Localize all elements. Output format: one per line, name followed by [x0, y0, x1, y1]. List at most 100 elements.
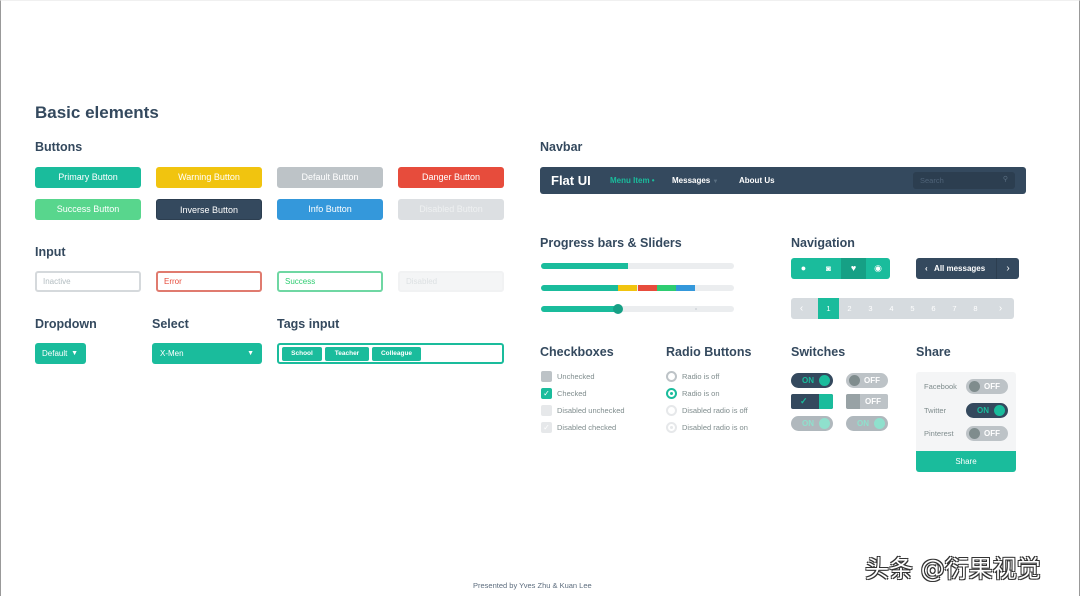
switch-knob: [819, 375, 830, 386]
progress-fill: [541, 263, 628, 269]
navbar-search[interactable]: Search ⚲: [913, 172, 1015, 189]
switch-label: ON: [857, 419, 869, 428]
switch-label: OFF: [864, 376, 880, 385]
default-button[interactable]: Default Button: [277, 167, 383, 188]
radio-circle[interactable]: [666, 371, 677, 382]
error-input[interactable]: Error: [156, 271, 262, 292]
checkbox-label: Unchecked: [557, 372, 595, 381]
switch-knob: [874, 418, 885, 429]
progress-bar-stacked: [541, 285, 734, 291]
pagination: ‹ 1 2 3 4 5 6 7 8 ›: [791, 298, 1014, 319]
radio-label: Disabled radio is on: [682, 423, 748, 432]
success-button[interactable]: Success Button: [35, 199, 141, 220]
nav-item-messages[interactable]: Messages ▼: [672, 176, 718, 185]
radio-circle[interactable]: [666, 388, 677, 399]
switch-square-on[interactable]: ✓: [791, 394, 833, 409]
nav-item-menu[interactable]: Menu Item •: [610, 176, 655, 185]
progress-segment: [541, 285, 619, 291]
success-input[interactable]: Success: [277, 271, 383, 292]
page-1[interactable]: 1: [818, 298, 839, 319]
switch-square-off[interactable]: OFF: [846, 394, 888, 409]
heart-icon[interactable]: ♥: [841, 258, 866, 279]
progress-heading: Progress bars & Sliders: [540, 236, 682, 250]
progress-segment: [637, 285, 657, 291]
share-label-facebook: Facebook: [924, 382, 957, 391]
pager-prev[interactable]: ‹ All messages: [916, 258, 996, 279]
search-icon[interactable]: ⚲: [1003, 175, 1008, 183]
pagination-prev[interactable]: ‹: [791, 298, 812, 319]
tags-input[interactable]: School Teacher Colleague: [277, 343, 504, 364]
camera-icon[interactable]: ◙: [816, 258, 841, 279]
danger-button[interactable]: Danger Button: [398, 167, 504, 188]
slider[interactable]: [541, 304, 734, 314]
navigation-heading: Navigation: [791, 236, 855, 250]
nav-item-about[interactable]: About Us: [739, 176, 775, 185]
search-input[interactable]: Search: [920, 176, 944, 185]
share-label-twitter: Twitter: [924, 406, 947, 415]
icon-button-group: ● ◙ ♥ ◉: [791, 258, 890, 279]
progress-segment: [676, 285, 696, 291]
radio-circle: [666, 405, 677, 416]
slider-handle[interactable]: [613, 304, 624, 314]
page-7[interactable]: 7: [944, 298, 965, 319]
clock-icon[interactable]: ●: [791, 258, 816, 279]
switch-label: OFF: [984, 382, 1000, 391]
check-icon: ✓: [800, 396, 808, 406]
navbar-heading: Navbar: [540, 140, 583, 154]
switch-pinterest[interactable]: OFF: [966, 426, 1008, 441]
inverse-button[interactable]: Inverse Button: [156, 199, 262, 220]
switch-knob: [969, 381, 980, 392]
switch-knob: [994, 405, 1005, 416]
radio-label: Radio is off: [682, 372, 720, 381]
dropdown-button[interactable]: Default ▼: [35, 343, 86, 364]
check-icon[interactable]: ✓: [541, 388, 552, 399]
tag-teacher[interactable]: Teacher: [325, 347, 369, 361]
switch-off[interactable]: OFF: [846, 373, 888, 388]
switch-label: ON: [977, 406, 989, 415]
switch-label: OFF: [865, 397, 881, 406]
radio-label: Radio is on: [682, 389, 720, 398]
checkbox-label: Disabled unchecked: [557, 406, 625, 415]
checkbox-box[interactable]: [541, 371, 552, 382]
progress-segment: [618, 285, 638, 291]
progress-segment: [656, 285, 677, 291]
page-3[interactable]: 3: [860, 298, 881, 319]
inactive-input[interactable]: Inactive: [35, 271, 141, 292]
page-8[interactable]: 8: [965, 298, 986, 319]
page-6[interactable]: 6: [923, 298, 944, 319]
pagination-next[interactable]: ›: [990, 298, 1011, 319]
tags-input-heading: Tags input: [277, 317, 340, 331]
share-button[interactable]: Share: [916, 451, 1016, 472]
select-heading: Select: [152, 317, 189, 331]
primary-button[interactable]: Primary Button: [35, 167, 141, 188]
warning-button[interactable]: Warning Button: [156, 167, 262, 188]
checkbox-box: [541, 405, 552, 416]
disabled-input: Disabled: [398, 271, 504, 292]
switch-knob: [819, 418, 830, 429]
info-button[interactable]: Info Button: [277, 199, 383, 220]
switch-on[interactable]: ON: [791, 373, 833, 388]
page-title: Basic elements: [35, 103, 159, 122]
tag-colleague[interactable]: Colleague: [372, 347, 421, 361]
switch-disabled-on-2: ON: [846, 416, 888, 431]
switch-knob: [846, 394, 860, 409]
pager-label: All messages: [934, 264, 986, 273]
page-2[interactable]: 2: [839, 298, 860, 319]
dropdown-label: Default: [42, 349, 68, 358]
navbar: Flat UI Menu Item • Messages ▼ About Us …: [540, 167, 1026, 194]
eye-icon[interactable]: ◉: [866, 258, 890, 279]
pager-next[interactable]: ›: [996, 258, 1019, 279]
select-input[interactable]: X-Men ▼: [152, 343, 262, 364]
pager: ‹ All messages ›: [916, 258, 1019, 279]
switch-facebook[interactable]: OFF: [966, 379, 1008, 394]
disabled-button: Disabled Button: [398, 199, 504, 220]
nav-item-label: Messages: [672, 176, 711, 185]
page-4[interactable]: 4: [881, 298, 902, 319]
switch-label: ON: [802, 419, 814, 428]
progress-bar-1: [541, 263, 734, 269]
checkboxes-heading: Checkboxes: [540, 345, 614, 359]
tag-school[interactable]: School: [282, 347, 322, 361]
switch-twitter[interactable]: ON: [966, 403, 1008, 418]
navbar-brand[interactable]: Flat UI: [551, 173, 591, 188]
page-5[interactable]: 5: [902, 298, 923, 319]
